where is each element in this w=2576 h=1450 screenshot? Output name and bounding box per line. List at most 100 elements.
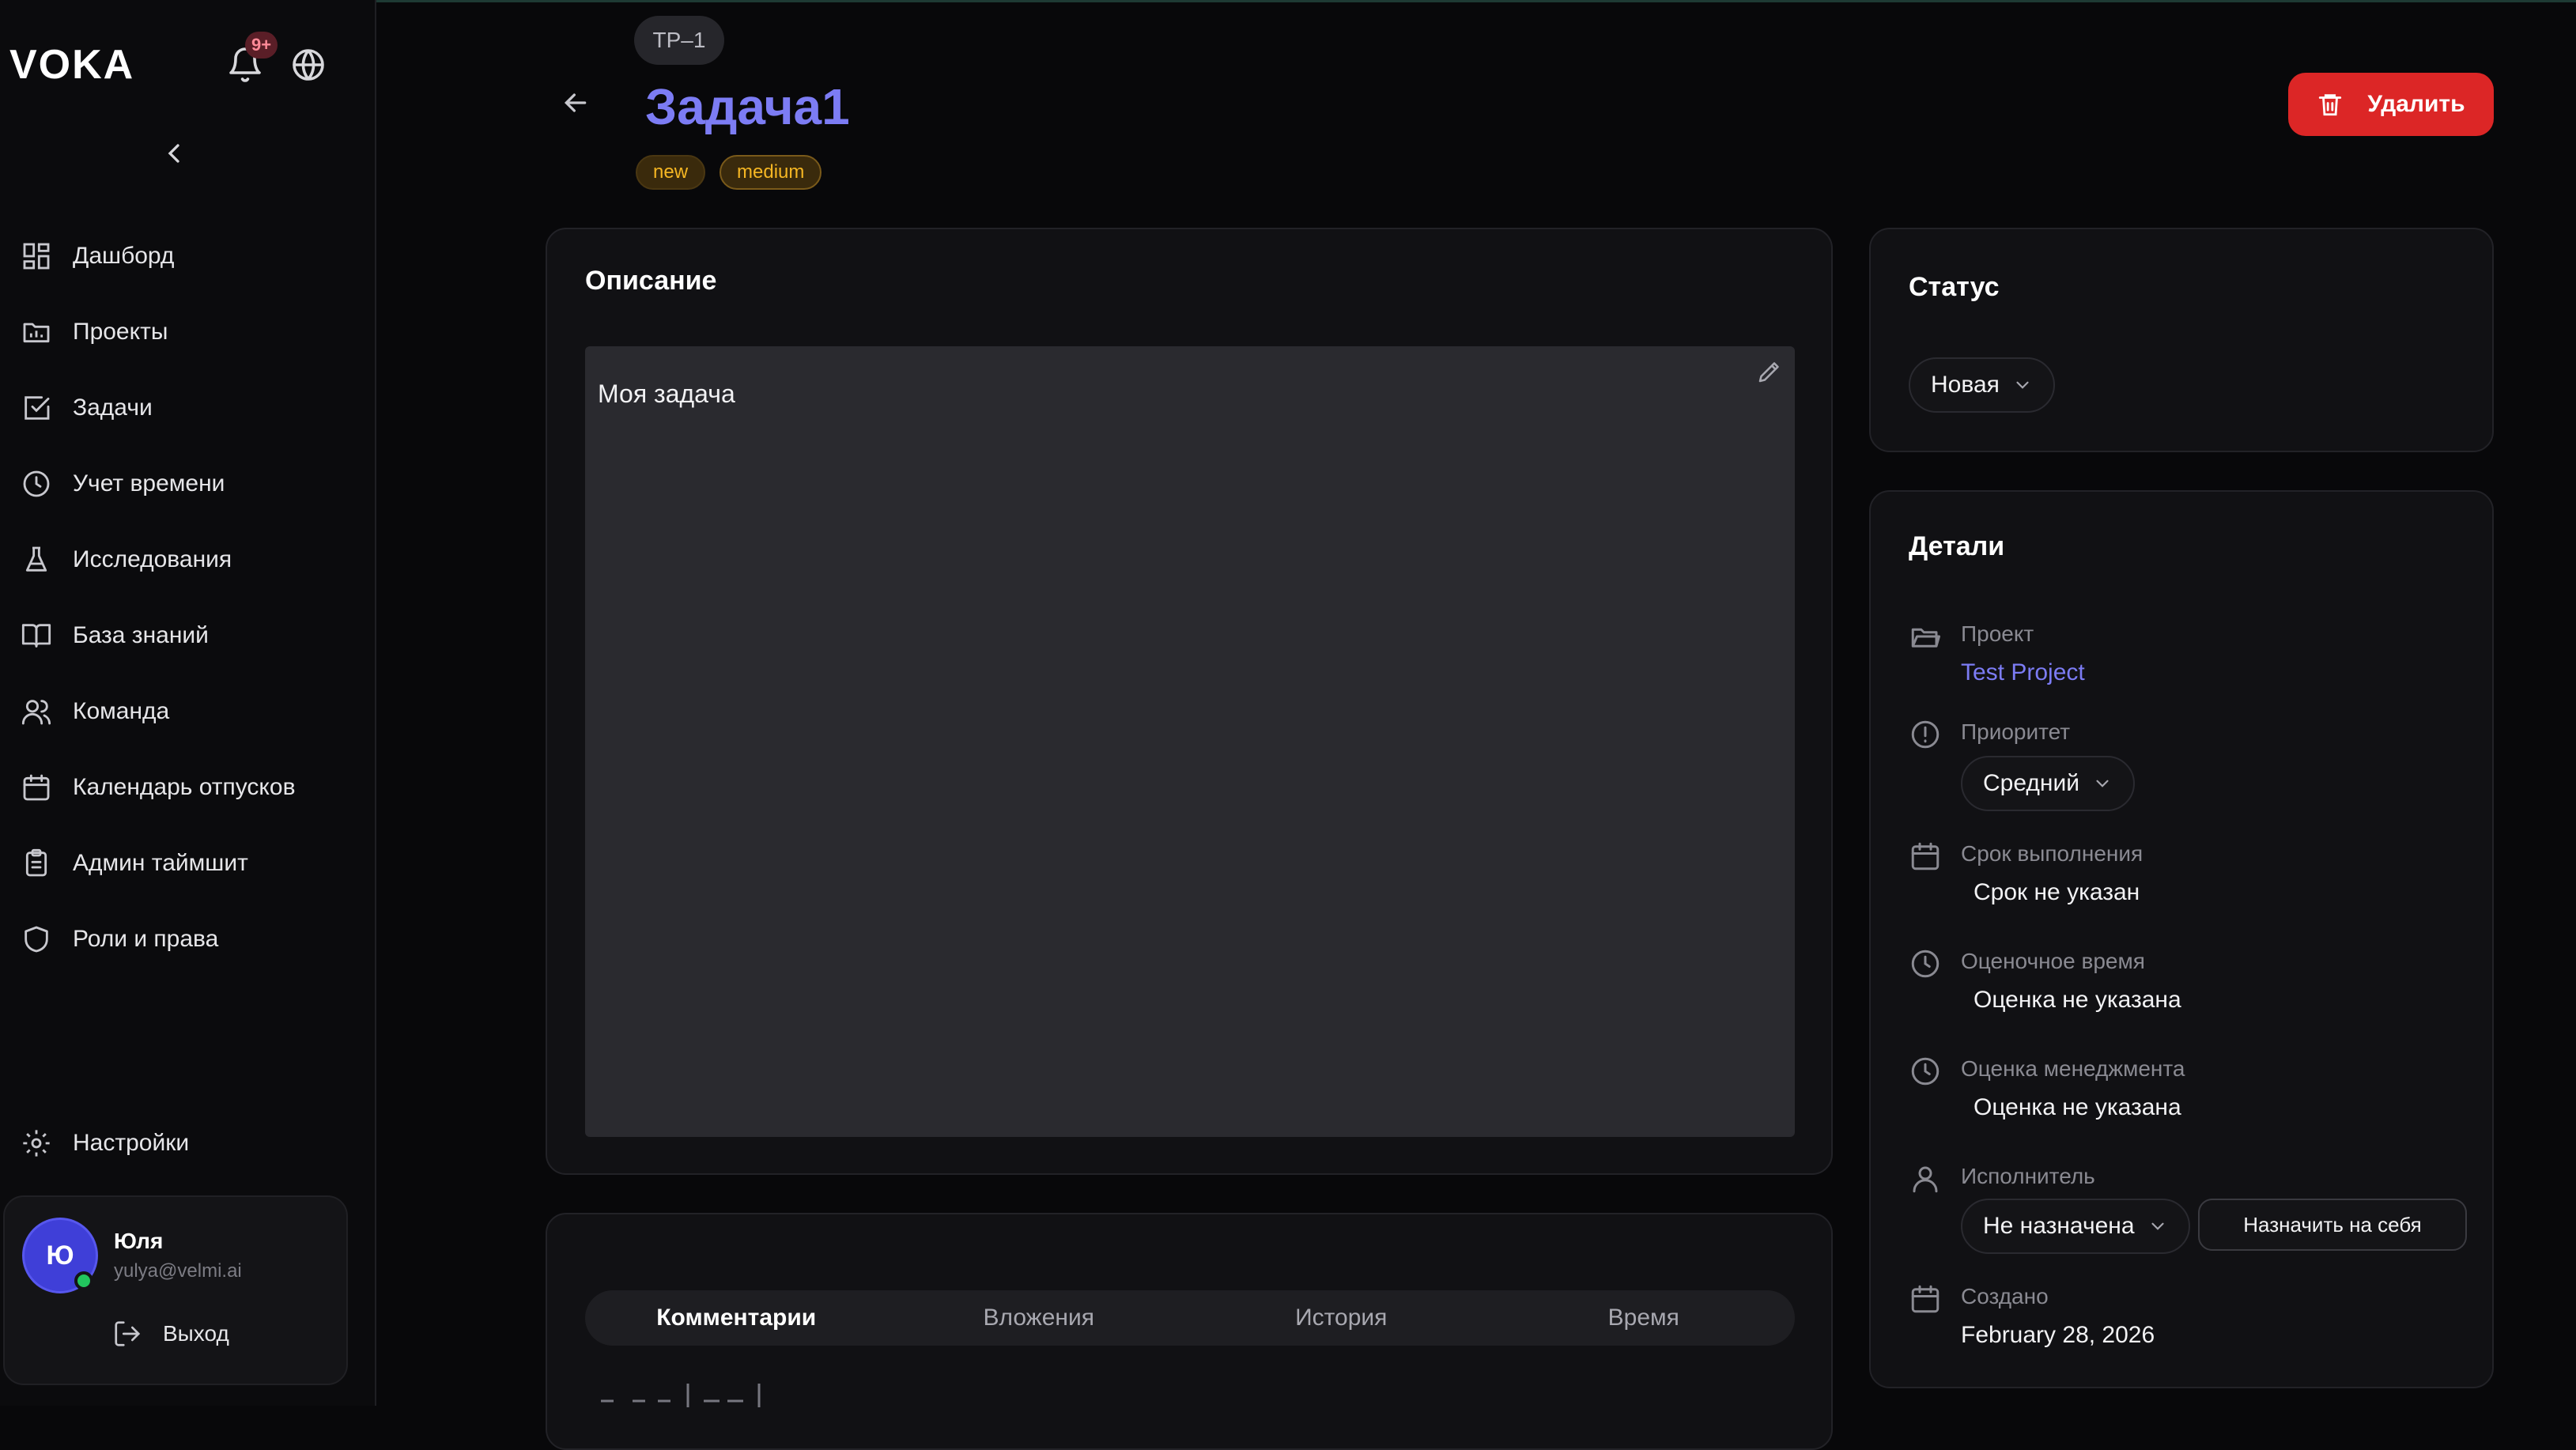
management-estimate-label: Оценка менеджмента <box>1961 1056 2185 1081</box>
chevron-down-icon <box>2151 1222 2164 1230</box>
description-title: Описание <box>585 266 717 296</box>
priority-tag: medium <box>720 155 822 190</box>
sidebar-item-label: База знаний <box>73 622 209 648</box>
globe-icon[interactable] <box>289 46 327 84</box>
activity-tabs: Комментарии Вложения История Время <box>585 1290 1795 1346</box>
priority-select[interactable]: Средний <box>1961 756 2135 811</box>
logout-label: Выход <box>163 1321 229 1346</box>
clock-icon <box>1911 950 1940 978</box>
online-status-dot <box>74 1271 93 1290</box>
sidebar-item-admin-timesheet[interactable]: Админ таймшит <box>0 825 376 901</box>
sidebar-item-label: Настройки <box>73 1130 190 1156</box>
sidebar-item-vacation-calendar[interactable]: Календарь отпусков <box>0 750 376 825</box>
tab-time[interactable]: Время <box>1493 1290 1796 1346</box>
sidebar-item-knowledge-base[interactable]: База знаний <box>0 598 376 674</box>
shield-icon <box>25 926 48 953</box>
logout-icon <box>115 1321 141 1346</box>
user-email: yulya@velmi.ai <box>114 1260 242 1282</box>
user-card: Ю Юля yulya@velmi.ai Выход <box>3 1195 348 1385</box>
sidebar-item-roles[interactable]: Роли и права <box>0 901 376 977</box>
sidebar-item-time-tracking[interactable]: Учет времени <box>0 446 376 522</box>
delete-button[interactable]: Удалить <box>2288 73 2494 136</box>
chevron-down-icon <box>2096 780 2109 787</box>
status-tag: new <box>636 155 706 190</box>
sidebar-item-settings[interactable]: Настройки <box>0 1105 376 1181</box>
created-value: February 28, 2026 <box>1961 1322 2155 1348</box>
alert-circle-icon <box>1911 720 1940 749</box>
details-card: Детали Проект Test Project Приоритет Сре… <box>1869 490 2494 1388</box>
logout-button[interactable]: Выход <box>112 1319 229 1349</box>
assign-to-me-button[interactable]: Назначить на себя <box>2198 1199 2467 1251</box>
sidebar-item-tasks[interactable]: Задачи <box>0 370 376 446</box>
sidebar-item-team[interactable]: Команда <box>0 674 376 750</box>
sidebar-item-label: Учет времени <box>73 470 225 497</box>
estimate-label: Оценочное время <box>1961 949 2145 973</box>
assignee-select[interactable]: Не назначена <box>1961 1199 2190 1254</box>
task-key-badge: TP–1 <box>634 16 724 65</box>
priority-label: Приоритет <box>1961 719 2071 744</box>
created-label: Создано <box>1961 1284 2049 1308</box>
project-label: Проект <box>1961 621 2034 646</box>
page-title: Задача1 <box>645 78 850 135</box>
details-title: Детали <box>1909 531 2005 561</box>
sidebar: VOKA 9+ Дашборд Проекты Задачи Учет врем… <box>0 0 376 1406</box>
folder-icon <box>23 323 50 343</box>
sidebar-item-label: Задачи <box>73 395 153 421</box>
calendar-icon <box>1911 1285 1940 1313</box>
estimate-value[interactable]: Оценка не указана <box>1974 987 2181 1014</box>
project-link[interactable]: Test Project <box>1961 659 2085 686</box>
pencil-icon[interactable] <box>1755 357 1784 386</box>
priority-value: Средний <box>1983 770 2079 796</box>
description-content[interactable]: Моя задача <box>585 346 1795 1137</box>
clipboard-icon <box>25 848 47 877</box>
sidebar-item-projects[interactable]: Проекты <box>0 294 376 370</box>
sidebar-nav: Дашборд Проекты Задачи Учет времени Иссл… <box>0 218 376 977</box>
top-accent-line <box>0 0 2576 2</box>
gear-icon <box>23 1130 50 1157</box>
status-value: Новая <box>1931 372 2000 398</box>
management-estimate-value[interactable]: Оценка не указана <box>1974 1094 2181 1121</box>
flask-icon <box>25 546 47 572</box>
sidebar-item-research[interactable]: Исследования <box>0 522 376 598</box>
sidebar-item-label: Роли и права <box>73 926 219 952</box>
status-card: Статус Новая <box>1869 228 2494 452</box>
user-icon <box>1913 1166 1938 1193</box>
folder-open-icon <box>1911 628 1940 648</box>
description-card: Описание Моя задача <box>546 228 1833 1175</box>
trash-icon <box>2319 94 2342 116</box>
users-icon <box>21 700 51 725</box>
sidebar-item-label: Админ таймшит <box>73 850 248 876</box>
sidebar-item-dashboard[interactable]: Дашборд <box>0 218 376 294</box>
chevron-down-icon <box>2016 381 2029 389</box>
tab-attachments[interactable]: Вложения <box>888 1290 1191 1346</box>
assignee-label: Исполнитель <box>1961 1164 2095 1188</box>
sidebar-settings: Настройки <box>0 1105 376 1181</box>
clock-icon <box>1911 1057 1940 1086</box>
calendar-icon <box>1911 842 1940 870</box>
due-date-value[interactable]: Срок не указан <box>1974 879 2140 906</box>
checkbox-icon <box>25 396 50 420</box>
editor-toolbar[interactable] <box>585 1384 917 1407</box>
sidebar-item-label: Команда <box>73 698 170 724</box>
assignee-value: Не назначена <box>1983 1213 2135 1239</box>
description-text: Моя задача <box>598 379 735 408</box>
collapse-sidebar-icon[interactable] <box>158 136 190 171</box>
sidebar-item-label: Календарь отпусков <box>73 774 296 800</box>
arrow-left-icon[interactable] <box>560 87 591 119</box>
delete-label: Удалить <box>2367 91 2465 117</box>
tab-comments[interactable]: Комментарии <box>585 1290 888 1346</box>
tab-history[interactable]: История <box>1190 1290 1493 1346</box>
status-select[interactable]: Новая <box>1909 357 2055 413</box>
app-logo[interactable]: VOKA <box>9 41 134 89</box>
status-title: Статус <box>1909 272 2000 302</box>
dashboard-icon <box>23 243 50 270</box>
due-date-label: Срок выполнения <box>1961 841 2144 866</box>
user-name: Юля <box>114 1229 164 1253</box>
clock-icon <box>23 470 50 497</box>
calendar-icon <box>23 774 50 801</box>
sidebar-item-label: Исследования <box>73 546 232 572</box>
sidebar-item-label: Проекты <box>73 319 168 345</box>
book-icon <box>21 624 51 648</box>
sidebar-item-label: Дашборд <box>73 243 175 269</box>
notifications-badge: 9+ <box>245 32 278 59</box>
